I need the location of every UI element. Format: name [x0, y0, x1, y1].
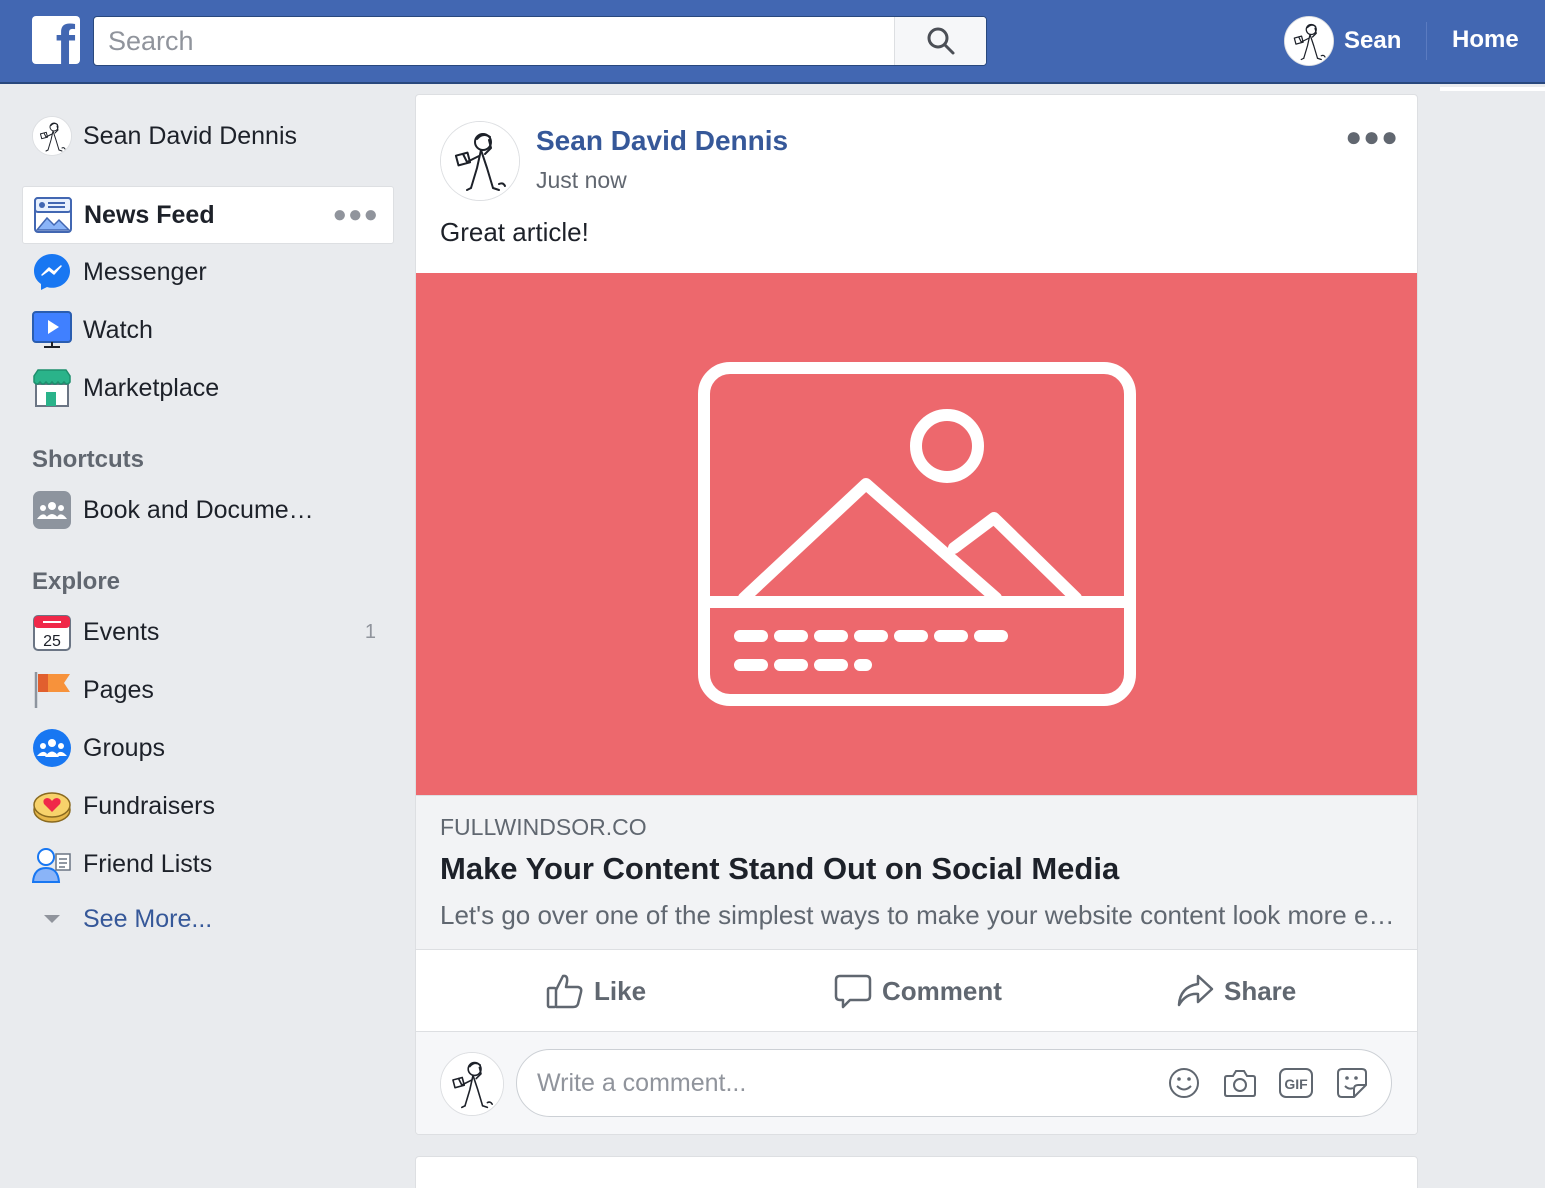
image-placeholder-icon [697, 362, 1136, 706]
comment-input[interactable] [517, 1050, 1147, 1116]
thumbs-up-icon [546, 974, 583, 1009]
sidebar-item-friend-lists[interactable]: Friend Lists [22, 835, 394, 893]
top-navigation-bar: f Sean Home [0, 0, 1545, 84]
sidebar-item-label: Groups [83, 733, 165, 762]
calendar-icon: 25 [32, 612, 72, 652]
link-preview-image[interactable] [416, 273, 1417, 795]
sidebar-item-events[interactable]: 25 Events 1 [22, 603, 394, 661]
home-link[interactable]: Home [1452, 26, 1519, 54]
explore-heading: Explore [32, 568, 121, 595]
sidebar-item-profile[interactable]: Sean David Dennis [32, 116, 297, 156]
commenter-avatar [440, 1052, 504, 1116]
news-feed-icon [33, 195, 73, 235]
sidebar-item-fundraisers[interactable]: Fundraisers [22, 777, 394, 835]
comment-bubble-icon [834, 974, 872, 1009]
facebook-logo-letter: f [55, 16, 75, 65]
sidebar-item-book-and-documents-group[interactable]: Book and Docume… [22, 481, 394, 539]
sidebar-item-messenger[interactable]: Messenger [22, 243, 394, 301]
sidebar-item-label: Messenger [83, 257, 207, 286]
friend-lists-icon [32, 844, 72, 884]
svg-text:GIF: GIF [1284, 1076, 1308, 1092]
comment-label: Comment [882, 975, 1002, 1006]
search-bar [93, 16, 987, 66]
share-label: Share [1224, 975, 1297, 1006]
post-actions-bar: Like Comment Share [416, 950, 1417, 1032]
next-feed-post [415, 1156, 1418, 1188]
group-icon [32, 490, 72, 530]
svg-text:25: 25 [43, 633, 61, 650]
divider [1426, 22, 1427, 60]
sidebar-item-label: Sean David Dennis [83, 121, 298, 150]
sidebar-item-label: Watch [83, 315, 153, 344]
messenger-icon [32, 252, 72, 292]
search-input[interactable] [94, 17, 894, 65]
sidebar-item-label: Pages [83, 675, 154, 704]
sidebar-item-watch[interactable]: Watch [22, 301, 394, 359]
sidebar-item-label: News Feed [84, 200, 215, 229]
post-author-name[interactable]: Sean David Dennis [536, 125, 788, 157]
post-timestamp[interactable]: Just now [536, 167, 627, 194]
sidebar-item-news-feed[interactable]: News Feed ●●● [22, 186, 394, 244]
search-button[interactable] [894, 17, 986, 65]
sidebar-item-label: Friend Lists [83, 849, 213, 878]
sidebar-item-pages[interactable]: Pages [22, 661, 394, 719]
caret-down-icon [32, 913, 72, 925]
events-count-badge: 1 [364, 620, 376, 643]
profile-link[interactable]: Sean [1284, 16, 1401, 66]
avatar [1284, 16, 1334, 66]
shortcuts-heading: Shortcuts [32, 446, 145, 473]
groups-icon [32, 728, 72, 768]
link-title: Make Your Content Stand Out on Social Me… [440, 851, 1120, 886]
sidebar-item-groups[interactable]: Groups [22, 719, 394, 777]
avatar [32, 116, 72, 156]
fundraiser-icon [32, 786, 72, 826]
link-domain: FULLWINDSOR.CO [440, 814, 647, 840]
like-button[interactable]: Like [546, 950, 646, 1032]
link-preview-details[interactable]: FULLWINDSOR.CO Make Your Content Stand O… [416, 795, 1417, 950]
sticker-icon[interactable] [1335, 1066, 1369, 1100]
share-arrow-icon [1177, 974, 1214, 1007]
search-icon [927, 27, 954, 55]
sidebar-item-marketplace[interactable]: Marketplace [22, 359, 394, 417]
right-column-edge [1440, 87, 1545, 91]
post-options-icon[interactable]: ●●● [1345, 121, 1399, 153]
profile-name: Sean [1344, 27, 1402, 54]
watch-icon [32, 310, 72, 350]
see-more-link[interactable]: See More... [32, 900, 212, 938]
post-text: Great article! [440, 217, 589, 247]
more-options-icon[interactable]: ●●● [333, 201, 380, 229]
link-description: Let's go over one of the simplest ways t… [440, 900, 1400, 930]
sidebar-item-label: Book and Docume… [83, 495, 314, 524]
like-label: Like [594, 975, 647, 1006]
see-more-label: See More... [83, 904, 213, 933]
marketplace-icon [32, 368, 72, 408]
sidebar-item-label: Events [83, 617, 160, 646]
sidebar-item-label: Fundraisers [83, 791, 215, 820]
sidebar-item-label: Marketplace [83, 373, 220, 402]
flag-icon [32, 670, 72, 710]
comment-composer: GIF [416, 1032, 1417, 1134]
camera-icon[interactable] [1223, 1066, 1257, 1100]
gif-icon[interactable]: GIF [1279, 1066, 1313, 1100]
comment-button[interactable]: Comment [834, 950, 1002, 1032]
comment-box: GIF [516, 1049, 1392, 1117]
facebook-logo-icon[interactable]: f [32, 16, 80, 64]
feed-post: Sean David Dennis Just now ●●● Great art… [415, 94, 1418, 1135]
emoji-icon[interactable] [1167, 1066, 1201, 1100]
post-author-avatar[interactable] [440, 121, 520, 201]
share-button[interactable]: Share [1176, 950, 1296, 1032]
